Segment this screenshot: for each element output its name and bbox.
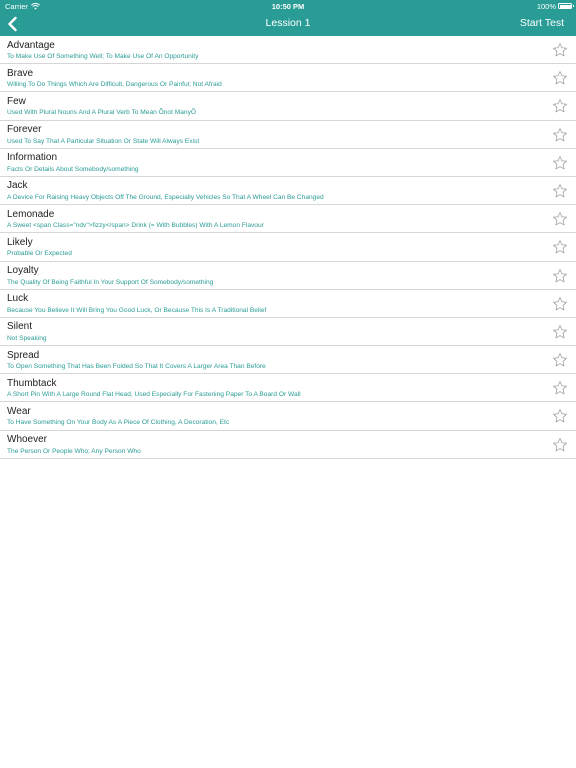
star-icon[interactable] xyxy=(552,380,568,396)
word-definition: Facts Or Details About Somebody/somethin… xyxy=(7,165,139,173)
star-icon[interactable] xyxy=(552,324,568,340)
word-row[interactable]: Wear To Have Something On Your Body As A… xyxy=(0,402,576,431)
navigation-bar: Lession 1 Start Test xyxy=(0,12,576,36)
status-bar: Carrier 10:50 PM 100% xyxy=(0,0,576,12)
word-list: Advantage To Make Use Of Something Well;… xyxy=(0,36,576,459)
star-icon[interactable] xyxy=(552,408,568,424)
word-title: Brave xyxy=(7,67,34,79)
word-definition: To Have Something On Your Body As A Piec… xyxy=(7,419,230,427)
word-title: Advantage xyxy=(7,39,55,51)
word-definition: A Short Pin With A Large Round Flat Head… xyxy=(7,391,301,399)
word-definition: A Device For Raising Heavy Objects Off T… xyxy=(7,193,324,201)
word-row[interactable]: Loyalty The Quality Of Being Faithful In… xyxy=(0,262,576,290)
battery-indicator: 100% xyxy=(536,1,574,11)
word-definition: A Sweet <span Class="ndv">fizzy</span> D… xyxy=(7,222,264,230)
word-title: Thumbtack xyxy=(7,377,57,389)
word-definition: Willing To Do Things Which Are Difficult… xyxy=(7,81,222,89)
word-row[interactable]: Jack A Device For Raising Heavy Objects … xyxy=(0,177,576,206)
word-title: Information xyxy=(7,152,58,164)
page-title: Lession 1 xyxy=(265,17,311,29)
star-icon[interactable] xyxy=(552,183,568,199)
word-definition: To Open Something That Has Been Folded S… xyxy=(7,363,266,371)
word-row[interactable]: Few Used With Plural Nouns And A Plural … xyxy=(0,92,576,121)
word-title: Likely xyxy=(7,236,33,248)
word-title: Jack xyxy=(7,180,28,192)
word-row[interactable]: Brave Willing To Do Things Which Are Dif… xyxy=(0,64,576,93)
word-title: Wear xyxy=(7,405,31,417)
word-definition: Not Speaking xyxy=(7,334,47,342)
word-definition: To Make Use Of Something Well; To Make U… xyxy=(7,53,199,60)
star-icon[interactable] xyxy=(552,437,568,453)
start-test-button[interactable]: Start Test xyxy=(520,17,564,29)
star-icon[interactable] xyxy=(552,352,568,368)
word-row[interactable]: Advantage To Make Use Of Something Well;… xyxy=(0,36,576,65)
word-title: Silent xyxy=(7,321,33,333)
star-icon[interactable] xyxy=(552,70,568,86)
word-title: Forever xyxy=(7,124,42,136)
word-row[interactable]: Information Facts Or Details About Someb… xyxy=(0,149,576,177)
word-row[interactable]: Whoever The Person Or People Who; Any Pe… xyxy=(0,431,576,459)
star-icon[interactable] xyxy=(552,239,568,255)
word-title: Spread xyxy=(7,349,40,361)
word-title: Few xyxy=(7,95,26,107)
star-icon[interactable] xyxy=(552,98,568,114)
star-icon[interactable] xyxy=(552,155,568,171)
star-icon[interactable] xyxy=(552,296,568,312)
word-title: Loyalty xyxy=(7,265,39,276)
word-definition: Probable Or Expected xyxy=(7,250,72,258)
word-title: Whoever xyxy=(7,434,48,446)
word-title: Luck xyxy=(7,293,29,305)
word-row[interactable]: Luck Because You Believe It Will Bring Y… xyxy=(0,290,576,318)
word-definition: Used To Say That A Particular Situation … xyxy=(7,137,200,145)
star-icon[interactable] xyxy=(552,211,568,227)
word-row[interactable]: Forever Used To Say That A Particular Si… xyxy=(0,121,576,149)
star-icon[interactable] xyxy=(552,42,568,58)
word-definition: Because You Believe It Will Bring You Go… xyxy=(7,306,267,314)
word-row[interactable]: Spread To Open Something That Has Been F… xyxy=(0,346,576,375)
word-row[interactable]: Lemonade A Sweet <span Class="ndv">fizzy… xyxy=(0,205,576,234)
word-title: Lemonade xyxy=(7,208,55,220)
star-icon[interactable] xyxy=(552,268,568,284)
word-definition: The Person Or People Who; Any Person Who xyxy=(7,447,141,455)
word-row[interactable]: Silent Not Speaking xyxy=(0,318,576,347)
clock: 10:50 PM xyxy=(271,1,305,11)
star-icon[interactable] xyxy=(552,127,568,143)
word-definition: Used With Plural Nouns And A Plural Verb… xyxy=(7,109,196,117)
battery-icon xyxy=(558,3,574,9)
word-row[interactable]: Likely Probable Or Expected xyxy=(0,233,576,262)
battery-percent: 100% xyxy=(536,1,556,11)
word-definition: The Quality Of Being Faithful In Your Su… xyxy=(7,278,214,286)
word-row[interactable]: Thumbtack A Short Pin With A Large Round… xyxy=(0,374,576,403)
